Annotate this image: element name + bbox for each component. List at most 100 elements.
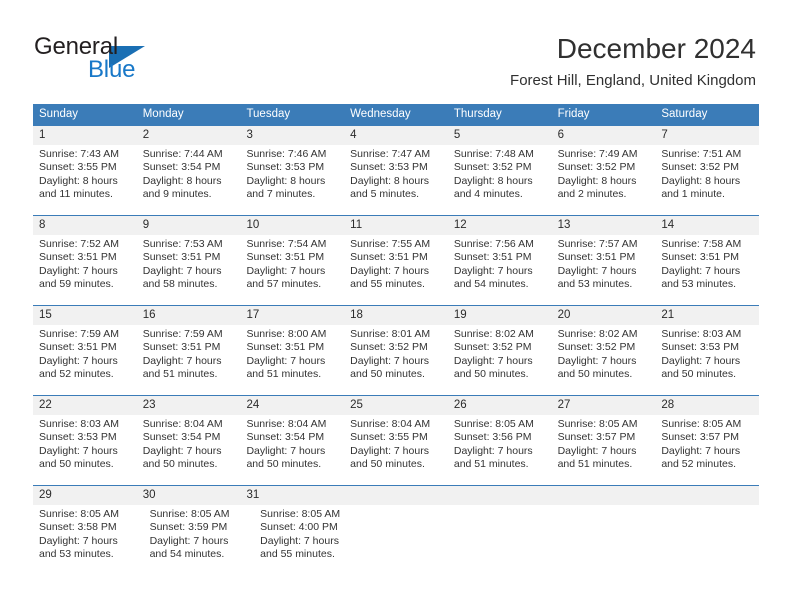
day-number[interactable]: 20	[552, 306, 656, 325]
weekday-header-friday: Friday	[557, 108, 590, 120]
daylight-text: Daylight: 7 hours and 51 minutes.	[557, 444, 637, 471]
day-number[interactable]: 16	[137, 306, 241, 325]
sunset-text: Sunset: 3:51 PM	[350, 251, 428, 264]
sunrise-text: Sunrise: 8:05 AM	[453, 418, 534, 430]
sunrise-text: Sunrise: 7:58 AM	[661, 238, 742, 250]
day-cell: Sunrise: 7:58 AM Sunset: 3:51 PM Dayligh…	[655, 235, 759, 305]
sunset-text: Sunset: 3:53 PM	[246, 161, 325, 174]
day-number[interactable]: 18	[344, 306, 448, 325]
day-cell: Sunrise: 7:55 AM Sunset: 3:51 PM Dayligh…	[344, 235, 448, 305]
week-details: Sunrise: 7:52 AM Sunset: 3:51 PM Dayligh…	[33, 235, 759, 305]
day-number-empty	[655, 486, 759, 505]
day-number[interactable]: 10	[240, 216, 344, 235]
day-number[interactable]: 29	[33, 486, 137, 505]
day-number[interactable]: 5	[448, 126, 552, 145]
daylight-text: Daylight: 7 hours and 50 minutes.	[246, 444, 326, 471]
day-number[interactable]: 22	[33, 396, 137, 415]
sunrise-text: Sunrise: 8:05 AM	[557, 418, 638, 430]
day-number[interactable]: 30	[137, 486, 241, 505]
day-number[interactable]: 31	[240, 486, 344, 505]
day-number[interactable]: 24	[240, 396, 344, 415]
day-number[interactable]: 28	[655, 396, 759, 415]
daylight-text: Daylight: 7 hours and 52 minutes.	[39, 354, 118, 381]
daylight-text: Daylight: 7 hours and 50 minutes.	[557, 354, 637, 381]
logo-secondary-text: Blue	[88, 56, 136, 83]
day-number[interactable]: 21	[655, 306, 759, 325]
daylight-text: Daylight: 8 hours and 4 minutes.	[453, 174, 533, 201]
sunset-text: Sunset: 3:58 PM	[39, 521, 117, 534]
sunrise-text: Sunrise: 8:05 AM	[39, 508, 119, 520]
week-daynumbers: 1 2 3 4 5 6 7	[33, 126, 759, 145]
day-number[interactable]: 7	[655, 126, 759, 145]
day-cell: Sunrise: 7:52 AM Sunset: 3:51 PM Dayligh…	[33, 235, 137, 305]
daylight-text: Daylight: 7 hours and 55 minutes.	[350, 264, 429, 291]
day-cell: Sunrise: 7:59 AM Sunset: 3:51 PM Dayligh…	[137, 325, 241, 395]
weekday-header-thursday: Thursday	[453, 108, 502, 120]
day-cell: Sunrise: 8:02 AM Sunset: 3:52 PM Dayligh…	[448, 325, 552, 395]
day-cell: Sunrise: 7:46 AM Sunset: 3:53 PM Dayligh…	[240, 145, 344, 215]
sunrise-text: Sunrise: 8:02 AM	[453, 328, 534, 340]
sunset-text: Sunset: 3:51 PM	[142, 341, 221, 354]
week-details: Sunrise: 8:05 AM Sunset: 3:58 PM Dayligh…	[33, 505, 759, 575]
day-number[interactable]: 27	[552, 396, 656, 415]
day-cell: Sunrise: 7:51 AM Sunset: 3:52 PM Dayligh…	[655, 145, 759, 215]
daylight-text: Daylight: 8 hours and 9 minutes.	[142, 174, 222, 201]
day-number[interactable]: 12	[448, 216, 552, 235]
day-number[interactable]: 25	[344, 396, 448, 415]
daylight-text: Daylight: 7 hours and 54 minutes.	[149, 534, 229, 561]
day-number[interactable]: 9	[137, 216, 241, 235]
day-cell-empty	[660, 505, 759, 575]
sunset-text: Sunset: 3:52 PM	[453, 161, 532, 174]
day-number[interactable]: 2	[137, 126, 241, 145]
day-number[interactable]: 11	[344, 216, 448, 235]
day-number[interactable]: 6	[552, 126, 656, 145]
sunset-text: Sunset: 3:52 PM	[453, 341, 532, 354]
day-number[interactable]: 8	[33, 216, 137, 235]
week-details: Sunrise: 7:59 AM Sunset: 3:51 PM Dayligh…	[33, 325, 759, 395]
day-number[interactable]: 14	[655, 216, 759, 235]
sunset-text: Sunset: 3:52 PM	[557, 161, 636, 174]
sunset-text: Sunset: 3:51 PM	[453, 251, 532, 264]
day-cell: Sunrise: 8:03 AM Sunset: 3:53 PM Dayligh…	[33, 415, 137, 485]
week-daynumbers: 15 16 17 18 19 20 21	[33, 306, 759, 325]
day-number[interactable]: 23	[137, 396, 241, 415]
sunrise-text: Sunrise: 7:56 AM	[453, 238, 534, 250]
week-daynumbers: 22 23 24 25 26 27 28	[33, 396, 759, 415]
title-block: December 2024 Forest Hill, England, Unit…	[510, 32, 756, 90]
day-number[interactable]: 17	[240, 306, 344, 325]
daylight-text: Daylight: 7 hours and 51 minutes.	[142, 354, 222, 381]
day-cell: Sunrise: 7:57 AM Sunset: 3:51 PM Dayligh…	[552, 235, 656, 305]
day-cell-empty	[562, 505, 661, 575]
sunset-text: Sunset: 3:57 PM	[661, 431, 739, 444]
sunrise-text: Sunrise: 8:04 AM	[350, 418, 431, 430]
generalblue-logo[interactable]: General Blue	[34, 34, 214, 90]
sunset-text: Sunset: 3:51 PM	[142, 251, 221, 264]
week-details: Sunrise: 8:03 AM Sunset: 3:53 PM Dayligh…	[33, 415, 759, 485]
sunset-text: Sunset: 4:00 PM	[260, 521, 338, 534]
daylight-text: Daylight: 8 hours and 5 minutes.	[350, 174, 429, 201]
day-number[interactable]: 3	[240, 126, 344, 145]
day-cell: Sunrise: 8:05 AM Sunset: 3:56 PM Dayligh…	[448, 415, 552, 485]
sunrise-text: Sunrise: 7:48 AM	[453, 148, 534, 160]
day-number[interactable]: 26	[448, 396, 552, 415]
daylight-text: Daylight: 7 hours and 53 minutes.	[661, 264, 741, 291]
day-number[interactable]: 1	[33, 126, 137, 145]
day-cell-empty	[463, 505, 562, 575]
daylight-text: Daylight: 7 hours and 54 minutes.	[453, 264, 533, 291]
weekday-header-saturday: Saturday	[661, 108, 708, 120]
sunset-text: Sunset: 3:51 PM	[39, 251, 117, 264]
sunrise-text: Sunrise: 8:01 AM	[350, 328, 431, 340]
sunset-text: Sunset: 3:54 PM	[142, 161, 221, 174]
daylight-text: Daylight: 7 hours and 57 minutes.	[246, 264, 326, 291]
day-number[interactable]: 19	[448, 306, 552, 325]
day-number[interactable]: 15	[33, 306, 137, 325]
sunset-text: Sunset: 3:51 PM	[661, 251, 739, 264]
day-cell: Sunrise: 8:03 AM Sunset: 3:53 PM Dayligh…	[655, 325, 759, 395]
weekday-header-tuesday: Tuesday	[246, 108, 291, 120]
day-number[interactable]: 4	[344, 126, 448, 145]
sunset-text: Sunset: 3:52 PM	[661, 161, 739, 174]
day-number[interactable]: 13	[552, 216, 656, 235]
day-cell: Sunrise: 7:48 AM Sunset: 3:52 PM Dayligh…	[448, 145, 552, 215]
day-cell: Sunrise: 8:04 AM Sunset: 3:55 PM Dayligh…	[344, 415, 448, 485]
week-daynumbers: 8 9 10 11 12 13 14	[33, 216, 759, 235]
